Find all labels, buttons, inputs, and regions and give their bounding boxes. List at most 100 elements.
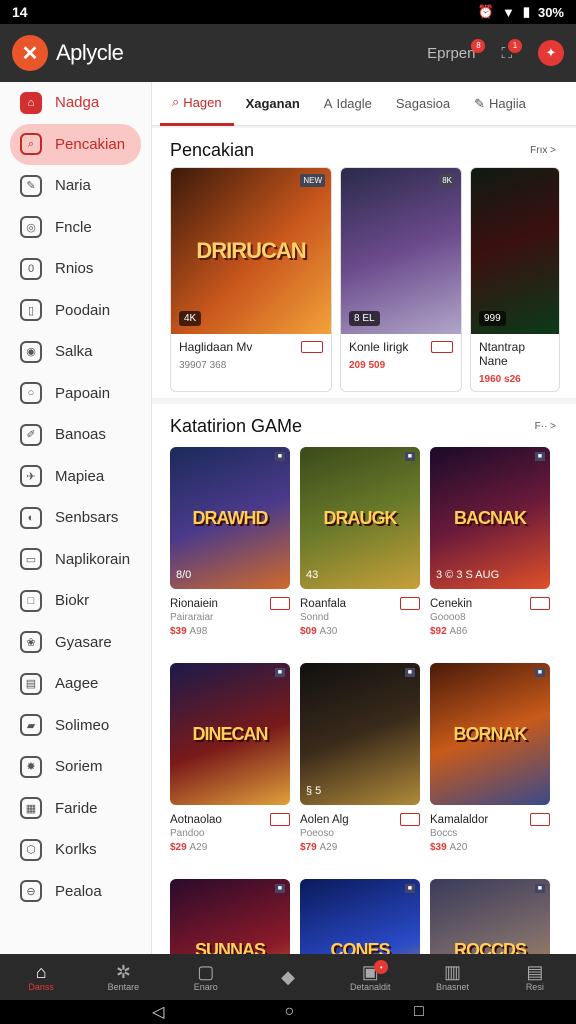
bottom-nav-label: Detanaldit: [350, 982, 391, 992]
tab-label: Hagiia: [489, 96, 526, 111]
featured-section: Pencakian Frıx > DRIRUCAN 4K NEW Haglidaan …: [152, 128, 576, 398]
game-card[interactable]: SUNNAS ■: [170, 879, 290, 954]
game-card[interactable]: DRAWHD 8/0 ■ Rionaiein Pairaraiar $39 A98: [170, 447, 290, 637]
sidebar-item-11[interactable]: ▭ Naplikorain: [0, 539, 151, 581]
a-icon: A: [323, 96, 333, 111]
gear-icon: ✲: [115, 962, 131, 982]
game-card[interactable]: DRAUGK 43 ■ Roanfala Sonnd $09 A30: [300, 447, 420, 637]
sidebar-item-label: Biokr: [55, 592, 90, 610]
sidebar-item-16[interactable]: ✸ Soriem: [0, 746, 151, 788]
bottom-nav-6[interactable]: ▤ Resi: [499, 962, 571, 992]
game-card-subtitle: Goooo8: [430, 612, 466, 623]
cart-badge: 1: [508, 38, 522, 53]
sidebar-item-3[interactable]: ◎ Fncle: [0, 207, 151, 249]
game-card-art: SUNNAS ■: [170, 879, 290, 954]
tab-1[interactable]: Xaganan: [234, 82, 312, 126]
sidebar-item-10[interactable]: ◐ Senbsars: [0, 497, 151, 539]
sidebar-item-9[interactable]: ✈ Mapiea: [0, 456, 151, 498]
sidebar: ⌂ Nadga ⌕ Pencakian ✎ Naria ◎ Fncle 0 Rnios ▯ Pooda…: [0, 82, 152, 954]
tab-3[interactable]: Sagasioa: [384, 82, 462, 126]
sidebar-item-1[interactable]: ⌕ Pencakian: [10, 123, 141, 165]
featured-card[interactable]: 8 EL 8K Konle Iirigk 209 509: [340, 167, 462, 392]
tab-2[interactable]: A Idagle: [312, 82, 384, 126]
bottom-nav-2[interactable]: ▢ Enaro: [170, 962, 242, 992]
sidebar-item-6[interactable]: ◉ Salka: [0, 331, 151, 373]
tag-icon: ✎: [20, 174, 42, 197]
game-card[interactable]: DINECAN ■ Aotnaolao Pandoo $29 A29: [170, 663, 290, 853]
sidebar-item-7[interactable]: ○ Papoain: [0, 373, 151, 415]
sidebar-item-5[interactable]: ▯ Poodain: [0, 290, 151, 332]
back-icon[interactable]: ◁: [152, 1002, 164, 1022]
add-to-cart-button[interactable]: [270, 597, 290, 610]
tab-label: Xaganan: [245, 96, 300, 111]
add-to-cart-button[interactable]: [530, 813, 550, 826]
price-value: $79: [300, 842, 317, 853]
sidebar-item-12[interactable]: □ Biokr: [0, 580, 151, 622]
featured-card[interactable]: 999 Ntantrap Nane 1960 s26: [470, 167, 560, 392]
hex-icon: ⬡: [20, 838, 42, 861]
sidebar-item-label: Solimeo: [55, 716, 110, 734]
cart-button[interactable]: ⛶ 1: [501, 38, 522, 62]
price-value: $39: [430, 842, 447, 853]
featured-card-corner: 8K: [439, 174, 455, 187]
game-card-price: $92 A86: [430, 626, 550, 637]
featured-card-name: Konle Iirigk: [349, 340, 453, 354]
add-to-cart-button[interactable]: [431, 341, 453, 353]
sidebar-item-19[interactable]: ⊖ Pealoa: [0, 871, 151, 913]
tab-0[interactable]: ⌕ Hagen: [160, 82, 234, 126]
sidebar-item-label: Faride: [55, 799, 98, 817]
main-content: ⌕ Hagen Xaganan A Idagle Sagasioa ✎ Hagiia Penc…: [152, 82, 576, 954]
sidebar-item-13[interactable]: ❀ Gyasare: [0, 622, 151, 664]
bottom-nav-0[interactable]: ⌂ Danss: [5, 962, 77, 992]
avatar[interactable]: ✦: [538, 40, 564, 66]
tag-icon: ✎: [474, 95, 485, 111]
sidebar-item-label: Nadga: [55, 94, 100, 112]
add-to-cart-button[interactable]: [270, 813, 290, 826]
ticket-icon: ▰: [20, 714, 42, 737]
game-card-name-text: Roanfala: [300, 597, 347, 610]
game-card-tag: 8/0: [176, 569, 192, 581]
game-card-name-text: Aolen Alg: [300, 813, 349, 826]
price-sub: A30: [319, 626, 338, 637]
add-to-cart-button[interactable]: [400, 813, 420, 826]
sidebar-item-0[interactable]: ⌂ Nadga: [0, 82, 151, 124]
add-to-cart-button[interactable]: [530, 597, 550, 610]
game-card[interactable]: § 5 ■ Aolen Alg Poeoso $79 A29: [300, 663, 420, 853]
sidebar-item-label: Pealoa: [55, 882, 102, 900]
recents-icon[interactable]: □: [414, 1003, 424, 1021]
sidebar-item-14[interactable]: ▤ Aagee: [0, 663, 151, 705]
catalog-more-link[interactable]: F·· >: [535, 421, 556, 432]
game-card[interactable]: BORNAK ■ Kamalaldor Boccs $39 A20: [430, 663, 550, 853]
game-art-title: CONES: [330, 939, 390, 955]
sidebar-item-8[interactable]: ✐ Banoas: [0, 414, 151, 456]
catalog-section: Katatirion GAMe F·· > DRAWHD 8/0 ■ Rionaiei…: [152, 404, 576, 954]
sidebar-item-15[interactable]: ▰ Solimeo: [0, 705, 151, 747]
featured-card[interactable]: DRIRUCAN 4K NEW Haglidaan Mv 39907 368: [170, 167, 332, 392]
game-card-corner-badge: ■: [534, 884, 545, 893]
game-card-tag: 3 © 3 S AUG: [436, 569, 500, 581]
sidebar-item-18[interactable]: ⬡ Korlks: [0, 829, 151, 871]
tab-4[interactable]: ✎ Hagiia: [462, 82, 538, 126]
tab-label: Sagasioa: [395, 96, 451, 111]
game-card[interactable]: ROCCDS ■: [430, 879, 550, 954]
bottom-nav-1[interactable]: ✲ Bentare: [87, 962, 159, 992]
bottom-nav-5[interactable]: ▥ Bnasnet: [417, 962, 489, 992]
game-card[interactable]: BACNAK 3 © 3 S AUG ■ Cenekin Goooo8 $92 A86: [430, 447, 550, 637]
sidebar-item-2[interactable]: ✎ Naria: [0, 165, 151, 207]
game-card-price: $39 A98: [170, 626, 290, 637]
game-card-corner-badge: ■: [274, 884, 285, 893]
sidebar-item-17[interactable]: ▦ Faride: [0, 788, 151, 830]
featured-card-info: Konle Iirigk 209 509: [341, 334, 461, 377]
plane-icon: ✈: [20, 465, 42, 488]
game-card[interactable]: CONES ■: [300, 879, 420, 954]
bottom-nav-4[interactable]: ▣ Detanaldit •: [334, 960, 406, 992]
search-action[interactable]: Eprpen 8: [427, 38, 486, 62]
featured-card-name: Haglidaan Mv: [179, 340, 323, 354]
add-to-cart-button[interactable]: [400, 597, 420, 610]
home-circle-icon[interactable]: ○: [284, 1003, 294, 1021]
add-to-cart-button[interactable]: [301, 341, 323, 353]
sidebar-item-4[interactable]: 0 Rnios: [0, 248, 151, 290]
featured-more-link[interactable]: Frıx >: [530, 145, 556, 156]
bottom-nav-3[interactable]: ◆: [252, 967, 324, 987]
game-card-name-text: Rionaiein: [170, 597, 218, 610]
